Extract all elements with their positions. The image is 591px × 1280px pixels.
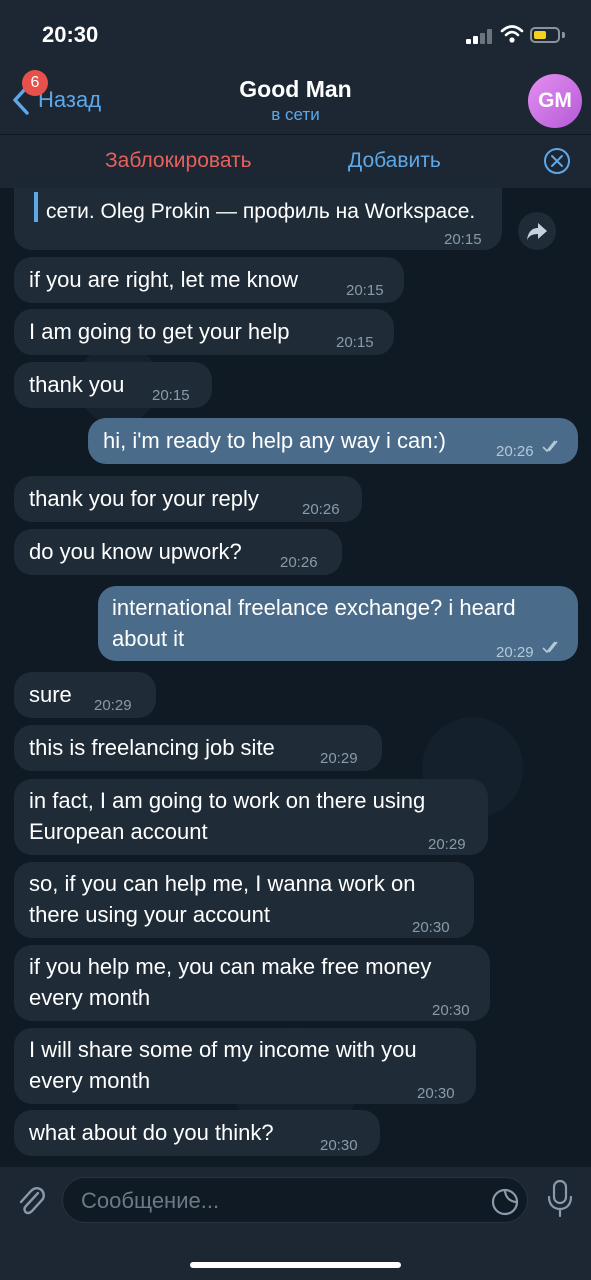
message-text: what about do you think? [29,1120,274,1145]
cellular-signal-icon [466,28,494,44]
message-bubble-incoming[interactable]: if you help me, you can make free money … [14,945,490,1021]
message-text: this is freelancing job site [29,735,275,760]
message-time: 20:15 [444,231,482,248]
read-ticks-icon [542,440,558,452]
status-bar: 20:30 [0,0,591,70]
message-time: 20:29 [428,836,466,853]
message-text: thank you for your reply [29,486,259,511]
quote-bar [34,192,38,222]
message-text: сети. Oleg Prokin — профиль на Workspace… [46,200,476,223]
message-time: 20:15 [346,282,384,299]
paperclip-icon[interactable] [14,1181,48,1219]
message-text: sure [29,682,72,707]
message-time: 20:26 [302,501,340,518]
share-button[interactable] [518,212,556,250]
read-ticks-icon [542,641,558,653]
message-input-placeholder: Сообщение... [81,1188,220,1213]
message-bubble-incoming[interactable]: do you know upwork? 20:26 [14,529,342,575]
block-button[interactable]: Заблокировать [105,149,252,173]
home-indicator [190,1262,401,1268]
message-time: 20:29 [320,750,358,767]
chat-header: Назад 6 Good Man в сети GM [0,70,591,134]
message-bubble-incoming[interactable]: this is freelancing job site 20:29 [14,725,382,771]
microphone-icon[interactable] [546,1179,574,1219]
battery-icon [530,27,560,43]
message-bubble-incoming[interactable]: in fact, I am going to work on there usi… [14,779,488,855]
add-contact-button[interactable]: Добавить [348,149,441,173]
battery-tip [562,32,565,38]
chat-status: в сети [271,105,320,124]
message-time: 20:29 [94,697,132,714]
message-bubble-incoming[interactable]: so, if you can help me, I wanna work on … [14,862,474,938]
message-text: if you help me, you can make free money … [29,954,432,1010]
close-circle-icon[interactable] [543,147,571,175]
message-text: if you are right, let me know [29,267,299,292]
message-time: 20:30 [320,1137,358,1154]
message-time: 20:15 [336,334,374,351]
message-text: so, if you can help me, I wanna work on … [29,871,416,927]
message-text: thank you [29,372,125,397]
share-icon [527,223,547,240]
chat-title[interactable]: Good Man [0,76,591,103]
sticker-icon[interactable] [491,1188,519,1216]
contact-action-bar: Заблокировать Добавить [0,134,591,188]
message-bubble-incoming[interactable]: thank you for your reply 20:26 [14,476,362,522]
message-text: international freelance exchange? i hear… [112,595,516,651]
message-text: do you know upwork? [29,539,242,564]
message-time: 20:30 [417,1085,455,1102]
message-bubble-incoming[interactable]: what about do you think? 20:30 [14,1110,380,1156]
message-bubble-incoming[interactable]: thank you 20:15 [14,362,212,408]
message-time: 20:30 [412,919,450,936]
message-time: 20:30 [432,1002,470,1019]
message-composer: Сообщение... [0,1166,591,1280]
message-time: 20:29 [496,644,534,661]
wifi-icon [500,25,524,43]
message-text: I will share some of my income with you … [29,1037,417,1093]
message-bubble-incoming[interactable]: sure 20:29 [14,672,156,718]
message-text: in fact, I am going to work on there usi… [29,788,426,844]
message-bubble-incoming[interactable]: I am going to get your help 20:15 [14,309,394,355]
status-time: 20:30 [42,22,99,47]
message-bubble-incoming[interactable]: if you are right, let me know 20:15 [14,257,404,303]
message-input[interactable]: Сообщение... [62,1177,528,1223]
message-time: 20:26 [496,443,534,460]
message-text: hi, i'm ready to help any way i can:) [103,428,446,453]
message-time: 20:15 [152,387,190,404]
message-bubble-outgoing[interactable]: international freelance exchange? i hear… [98,586,578,661]
message-bubble-incoming[interactable]: I will share some of my income with you … [14,1028,476,1104]
message-time: 20:26 [280,554,318,571]
avatar[interactable]: GM [528,74,582,128]
message-text: I am going to get your help [29,319,290,344]
message-bubble-outgoing[interactable]: hi, i'm ready to help any way i can:) 20… [88,418,578,464]
